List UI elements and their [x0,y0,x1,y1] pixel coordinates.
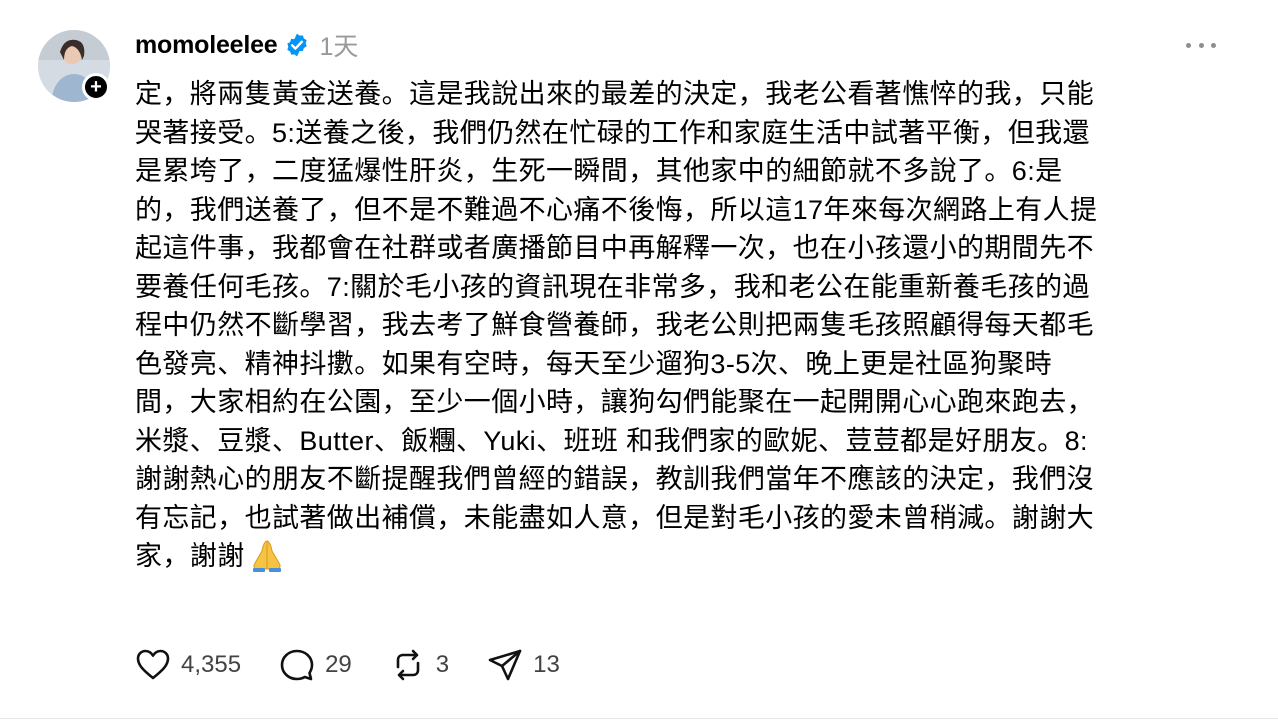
repost-button[interactable]: 3 [390,647,449,683]
username[interactable]: momoleelee [135,31,278,60]
post-body-line: 色發亮、精神抖擻。如果有空時，每天至少遛狗3-5次、晚上更是社區狗聚時 [135,348,1053,379]
post-body-line: 起這件事，我都會在社群或者廣播節目中再解釋一次，也在小孩還小的期間先不 [135,233,1094,263]
post-actions: 4,355 29 3 13 [135,645,598,685]
post-body-line: 間，大家相約在公園，至少一個小時，讓狗勾們能聚在一起開開心心跑來跑去， [135,387,1094,417]
like-count: 4,355 [181,651,242,678]
post-body-line: 哭著接受。5:送養之後，我們仍然在忙碌的工作和家庭生活中試著平衡，但我還 [135,117,1090,148]
post-body-line: 定，將兩隻黃金送養。這是我說出來的最差的決定，我老公看著憔悴的我，只能 [135,79,1094,109]
post-body-line: 米漿、豆漿、Butter、飯糰、Yuki、班班 和我們家的歐妮、荳荳都是好朋友。… [135,425,1088,456]
post-timestamp[interactable]: 1天 [320,27,359,63]
post-body-line: 要養任何毛孩。7:關於毛小孩的資訊現在非常多，我和老公在能重新養毛孩的過 [135,271,1090,302]
verified-badge-icon [284,32,310,58]
comment-count: 29 [325,651,352,678]
repost-count: 3 [435,651,450,678]
heart-icon [136,649,170,680]
post-body-line: 程中仍然不斷學習，我去考了鮮食營養師，我老公則把兩隻毛孩照顧得每天都毛 [135,310,1094,340]
post-header: momoleelee 1天 [135,26,358,64]
more-options-icon[interactable] [1186,40,1216,50]
comment-button[interactable]: 29 [279,647,352,683]
post-body-line: 謝謝熱心的朋友不斷提醒我們曾經的錯誤，教訓我們當年不應該的決定，我們沒 [135,464,1094,494]
post-body-line-text: 家，謝謝 [135,541,245,571]
share-button[interactable]: 13 [487,647,560,683]
repost-icon [396,649,420,681]
comment-icon [280,649,314,681]
post-body-line: 是累垮了，二度猛爆性肝炎，生死一瞬間，其他家中的細節就不多說了。6:是 [135,156,1063,186]
folded-hands-icon [247,537,287,573]
threads-post: + momoleelee 1天 定，將兩隻黃金送養。這是我說出來的最差的決定，我… [0,0,1278,720]
avatar-container[interactable]: + [38,30,110,102]
like-button[interactable]: 4,355 [135,647,241,683]
share-count: 13 [533,651,560,678]
post-body: 定，將兩隻黃金送養。這是我說出來的最差的決定，我老公看著憔悴的我，只能 哭著接受… [135,75,1210,576]
post-body-line-last: 家，謝謝 [135,537,1210,576]
send-icon [488,649,522,681]
plus-icon: + [90,76,102,98]
divider [0,718,1278,719]
follow-button[interactable]: + [82,73,110,101]
post-body-line: 的，我們送養了，但不是不難過不心痛不後悔，所以這17年來每次網路上有人提 [135,194,1098,225]
post-body-line: 有忘記，也試著做出補償，未能盡如人意，但是對毛小孩的愛未曾稍減。謝謝大 [135,502,1094,533]
